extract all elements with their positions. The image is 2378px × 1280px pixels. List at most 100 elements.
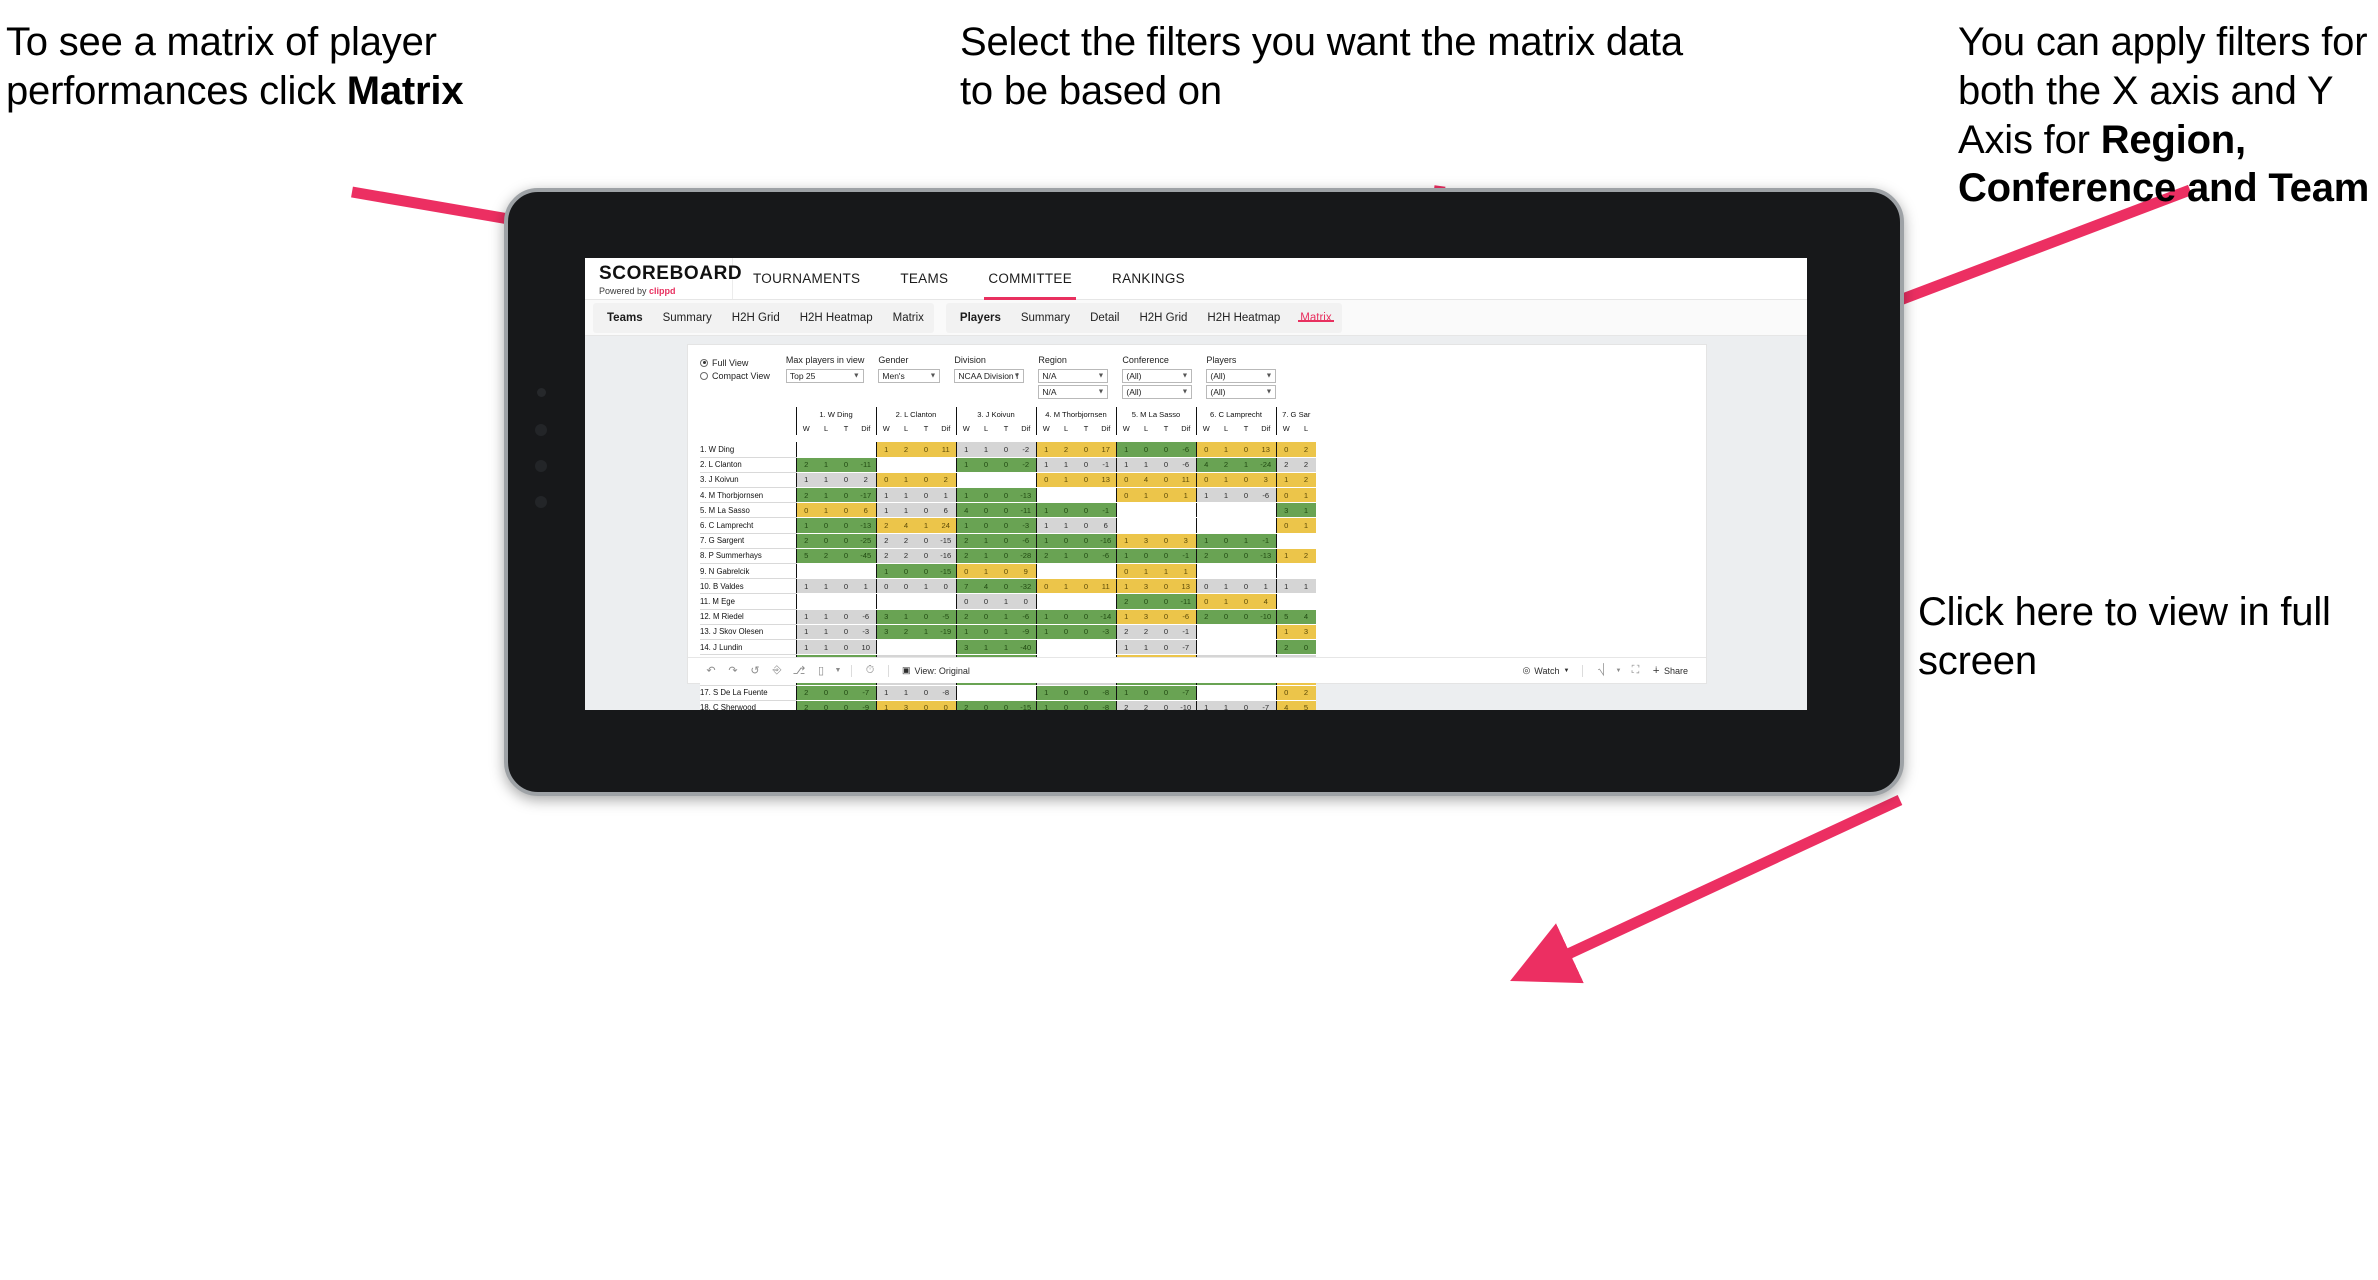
matrix-cell[interactable] — [1076, 593, 1096, 610]
players-tab-matrix[interactable]: Matrix — [1290, 312, 1341, 324]
matrix-cell[interactable]: 1 — [936, 487, 956, 504]
matrix-cell[interactable]: 1 — [996, 624, 1016, 640]
matrix-cell[interactable]: 1 — [875, 563, 896, 580]
matrix-cell[interactable]: 1 — [1216, 442, 1236, 458]
matrix-cell[interactable] — [955, 472, 976, 489]
top-nav-item-committee[interactable]: COMMITTEE — [968, 258, 1092, 300]
matrix-cell[interactable]: 0 — [1195, 593, 1216, 610]
matrix-cell[interactable]: 1 — [1136, 639, 1156, 656]
matrix-cell[interactable]: 1 — [795, 639, 816, 656]
matrix-cell[interactable]: 1 — [1296, 487, 1316, 504]
matrix-cell[interactable]: 0 — [996, 563, 1016, 580]
matrix-cell[interactable]: 1 — [896, 609, 916, 625]
matrix-cell[interactable] — [976, 472, 996, 489]
matrix-cell[interactable] — [916, 639, 936, 656]
matrix-cell[interactable] — [1236, 685, 1256, 701]
matrix-cell[interactable]: 0 — [916, 685, 936, 701]
matrix-cell[interactable]: 0 — [1156, 533, 1176, 549]
matrix-cell[interactable]: -3 — [856, 624, 876, 640]
matrix-cell[interactable]: 1 — [816, 639, 836, 656]
matrix-cell[interactable]: 0 — [1275, 517, 1296, 534]
matrix-cell[interactable]: 0 — [976, 487, 996, 504]
matrix-cell[interactable] — [795, 442, 816, 458]
matrix-cell[interactable]: 0 — [976, 502, 996, 519]
matrix-cell[interactable] — [856, 563, 876, 580]
matrix-cell[interactable]: -1 — [1176, 624, 1196, 640]
filter-select-1[interactable]: (All) ▼ — [1206, 369, 1277, 383]
matrix-cell[interactable]: 0 — [836, 639, 856, 656]
matrix-cell[interactable]: 2 — [1115, 593, 1136, 610]
matrix-cell[interactable] — [1056, 563, 1076, 580]
matrix-cell[interactable]: 0 — [836, 517, 856, 534]
radio-icon[interactable] — [700, 358, 708, 367]
matrix-cell[interactable]: 0 — [955, 563, 976, 580]
teams-tab-h2h-heatmap[interactable]: H2H Heatmap — [790, 312, 883, 324]
matrix-cell[interactable]: 0 — [1156, 442, 1176, 458]
matrix-cell[interactable] — [836, 442, 856, 458]
matrix-cell[interactable]: -17 — [856, 487, 876, 504]
matrix-cell[interactable] — [1056, 639, 1076, 656]
matrix-cell[interactable]: 0 — [1076, 457, 1096, 473]
matrix-cell[interactable]: 0 — [1156, 700, 1176, 710]
matrix-cell[interactable]: 2 — [875, 548, 896, 565]
matrix-cell[interactable]: 0 — [1156, 472, 1176, 489]
matrix-cell[interactable]: 0 — [1076, 685, 1096, 701]
matrix-cell[interactable]: -9 — [856, 700, 876, 710]
matrix-cell[interactable]: 0 — [1076, 472, 1096, 489]
matrix-cell[interactable] — [896, 457, 916, 473]
matrix-cell[interactable] — [1195, 517, 1216, 534]
matrix-cell[interactable] — [1136, 502, 1156, 519]
matrix-cell[interactable]: 0 — [875, 472, 896, 489]
matrix-cell[interactable]: 0 — [1056, 533, 1076, 549]
matrix-cell[interactable]: 1 — [955, 457, 976, 473]
matrix-cell[interactable]: 1 — [1035, 457, 1056, 473]
filter-select-1[interactable]: N/A ▼ — [1038, 369, 1109, 383]
matrix-cell[interactable] — [1216, 624, 1236, 640]
matrix-cell[interactable]: 0 — [836, 487, 856, 504]
matrix-cell[interactable]: 1 — [875, 700, 896, 710]
matrix-cell[interactable]: 0 — [1216, 548, 1236, 565]
matrix-cell[interactable]: 0 — [916, 442, 936, 458]
matrix-cell[interactable] — [1115, 502, 1136, 519]
matrix-cell[interactable]: 0 — [1076, 578, 1096, 595]
matrix-cell[interactable]: 2 — [1296, 685, 1316, 701]
matrix-cell[interactable]: 0 — [916, 700, 936, 710]
matrix-cell[interactable]: 2 — [795, 487, 816, 504]
matrix-cell[interactable]: 0 — [916, 472, 936, 489]
matrix-cell[interactable]: 0 — [1216, 533, 1236, 549]
matrix-cell[interactable]: 1 — [1115, 685, 1136, 701]
matrix-cell[interactable]: 1 — [1115, 609, 1136, 625]
matrix-cell[interactable]: 1 — [1035, 533, 1056, 549]
matrix-cell[interactable]: -45 — [856, 548, 876, 565]
matrix-cell[interactable]: 2 — [1136, 624, 1156, 640]
matrix-cell[interactable]: 0 — [996, 548, 1016, 565]
matrix-cell[interactable]: 1 — [896, 502, 916, 519]
matrix-cell[interactable]: 0 — [1236, 442, 1256, 458]
matrix-cell[interactable] — [1035, 639, 1056, 656]
matrix-cell[interactable]: 0 — [836, 700, 856, 710]
matrix-cell[interactable]: 0 — [1156, 609, 1176, 625]
download-caret-down-icon[interactable]: ▼ — [1612, 668, 1624, 674]
matrix-cell[interactable] — [1296, 563, 1316, 580]
matrix-cell[interactable]: 0 — [1115, 487, 1136, 504]
matrix-cell[interactable]: 11 — [1096, 578, 1116, 595]
matrix-cell[interactable] — [856, 442, 876, 458]
matrix-cell[interactable]: 4 — [1256, 593, 1276, 610]
matrix-cell[interactable]: 1 — [1176, 563, 1196, 580]
matrix-cell[interactable] — [1156, 517, 1176, 534]
matrix-cell[interactable]: 0 — [795, 502, 816, 519]
matrix-cell[interactable] — [1076, 639, 1096, 656]
matrix-cell[interactable]: 2 — [1195, 548, 1216, 565]
matrix-cell[interactable]: 1 — [816, 487, 836, 504]
matrix-cell[interactable]: 1 — [1115, 533, 1136, 549]
matrix-cell[interactable]: 2 — [1035, 548, 1056, 565]
matrix-cell[interactable]: 1 — [875, 487, 896, 504]
matrix-cell[interactable]: 1 — [795, 609, 816, 625]
matrix-cell[interactable]: 0 — [976, 517, 996, 534]
matrix-cell[interactable]: 0 — [1195, 442, 1216, 458]
matrix-cell[interactable]: 0 — [836, 472, 856, 489]
matrix-cell[interactable]: 1 — [1035, 624, 1056, 640]
matrix-cell[interactable]: 1 — [1115, 442, 1136, 458]
chevron-down-icon[interactable]: ▼ — [1097, 389, 1104, 396]
matrix-cell[interactable]: -6 — [1256, 487, 1276, 504]
